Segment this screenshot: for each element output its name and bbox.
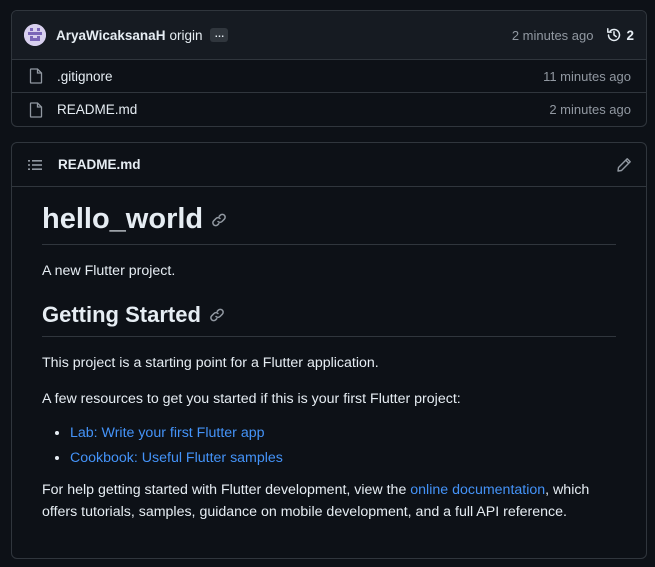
file-row-readme[interactable]: README.md 2 minutes ago <box>12 93 646 126</box>
list-item: Cookbook: Useful Flutter samples <box>70 447 616 469</box>
readme-heading-1: hello_world <box>42 203 616 245</box>
file-commit-time[interactable]: 11 minutes ago <box>543 69 631 84</box>
commit-time[interactable]: 2 minutes ago <box>512 28 594 43</box>
readme-help-paragraph: For help getting started with Flutter de… <box>42 479 616 523</box>
commit-expand-button[interactable]: … <box>210 28 229 42</box>
history-count: 2 <box>626 27 634 43</box>
file-browser: AryaWicaksanaH origin … 2 minutes ago 2 … <box>11 10 647 127</box>
readme-title[interactable]: README.md <box>58 157 141 172</box>
commit-message-link[interactable]: origin <box>169 28 202 43</box>
file-icon <box>29 101 43 118</box>
help-text-before: For help getting started with Flutter de… <box>42 482 411 498</box>
heading-text: hello_world <box>42 203 204 235</box>
latest-commit-bar: AryaWicaksanaH origin … 2 minutes ago 2 <box>12 11 646 60</box>
avatar[interactable] <box>24 24 46 46</box>
pencil-edit-icon[interactable] <box>616 157 632 173</box>
readme-intro: A new Flutter project. <box>42 263 176 279</box>
file-row-gitignore[interactable]: .gitignore 11 minutes ago <box>12 60 646 93</box>
commit-history-button[interactable]: 2 <box>606 27 634 43</box>
readme-content: hello_world A new Flutter project. Getti… <box>12 187 646 523</box>
readme-start-paragraph: This project is a starting point for a F… <box>42 355 379 371</box>
history-icon <box>607 28 621 42</box>
online-documentation-link[interactable]: online documentation <box>410 482 545 498</box>
list-item: Lab: Write your first Flutter app <box>70 422 616 444</box>
lab-link[interactable]: Lab: Write your first Flutter app <box>70 425 265 441</box>
link-anchor-icon[interactable] <box>209 307 225 323</box>
file-name-link[interactable]: .gitignore <box>57 69 113 84</box>
file-commit-time[interactable]: 2 minutes ago <box>549 102 631 117</box>
readme-header: README.md <box>12 143 646 187</box>
outline-list-icon[interactable] <box>27 157 43 173</box>
file-name-link[interactable]: README.md <box>57 102 137 117</box>
cookbook-link[interactable]: Cookbook: Useful Flutter samples <box>70 450 283 466</box>
readme-heading-2: Getting Started <box>42 302 616 337</box>
commit-author-link[interactable]: AryaWicaksanaH <box>56 28 165 43</box>
readme-panel: README.md hello_world A new Flutter proj… <box>11 142 647 559</box>
readme-resources-paragraph: A few resources to get you started if th… <box>42 391 461 407</box>
resource-list: Lab: Write your first Flutter app Cookbo… <box>42 422 616 469</box>
file-icon <box>29 68 43 84</box>
link-anchor-icon[interactable] <box>211 212 227 228</box>
heading-text: Getting Started <box>42 302 201 327</box>
